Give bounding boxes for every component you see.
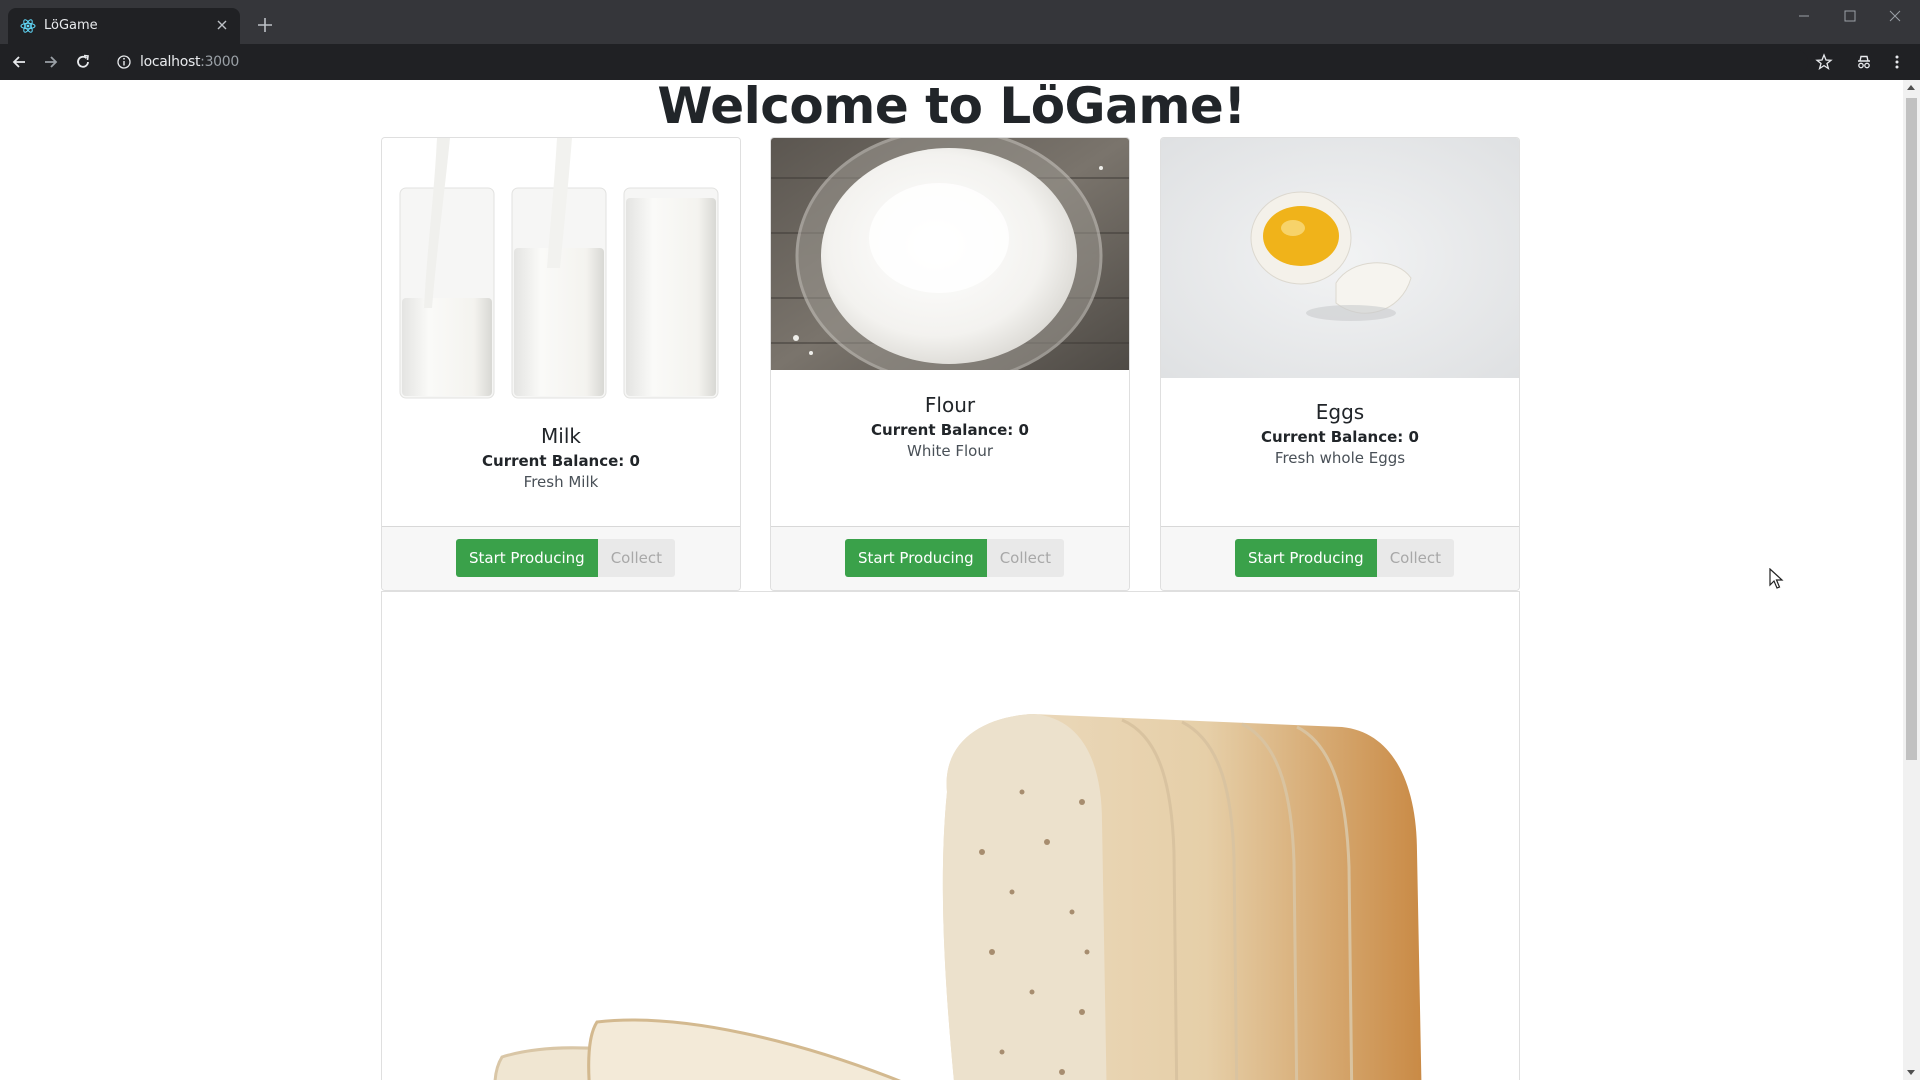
collect-button[interactable]: Collect (986, 539, 1065, 577)
forward-icon[interactable] (42, 53, 60, 71)
scroll-thumb[interactable] (1906, 98, 1917, 760)
address-bar[interactable]: localhost:3000 (108, 49, 1808, 75)
product-card-bread (381, 591, 1520, 1080)
bread-image (493, 714, 1422, 1080)
card-title: Eggs (1315, 400, 1365, 424)
start-producing-button[interactable]: Start Producing (1235, 539, 1377, 577)
card-body: Milk Current Balance: 0 Fresh Milk (382, 423, 740, 493)
start-producing-button[interactable]: Start Producing (845, 539, 987, 577)
url-text: localhost:3000 (140, 54, 239, 70)
collect-button[interactable]: Collect (1376, 539, 1455, 577)
milk-image (382, 138, 740, 423)
mouse-cursor-icon (1769, 568, 1784, 589)
button-group: Start Producing Collect (1235, 539, 1455, 577)
tab-title: LöGame (44, 18, 98, 33)
menu-icon[interactable] (1888, 53, 1906, 71)
page-scrollbar[interactable] (1903, 80, 1920, 1080)
maximize-icon[interactable] (1838, 6, 1862, 26)
url-port: :3000 (200, 54, 240, 70)
page-viewport: Welcome to LöGame! Milk Current Balance:… (0, 80, 1903, 1080)
card-body: Eggs Current Balance: 0 Fresh whole Eggs (1161, 399, 1519, 469)
react-favicon-icon (20, 19, 36, 33)
page-title: Welcome to LöGame! (657, 80, 1246, 135)
card-title: Milk (541, 424, 581, 448)
product-card-flour: Flour Current Balance: 0 White Flour Sta… (770, 137, 1130, 591)
scroll-down-arrow[interactable] (1907, 1070, 1915, 1075)
window-close-icon[interactable] (1883, 6, 1907, 26)
browser-tab[interactable]: LöGame (8, 8, 240, 44)
back-icon[interactable] (10, 53, 28, 71)
info-icon[interactable] (116, 54, 132, 70)
minimize-icon[interactable] (1792, 6, 1816, 26)
card-description: White Flour (906, 442, 994, 460)
card-description: Fresh whole Eggs (1274, 449, 1406, 467)
reload-icon[interactable] (74, 53, 92, 71)
current-balance: Current Balance: 0 (1261, 428, 1419, 446)
button-group: Start Producing Collect (456, 539, 676, 577)
card-footer: Start Producing Collect (1161, 526, 1519, 590)
star-icon[interactable] (1815, 53, 1833, 71)
product-card-eggs: Eggs Current Balance: 0 Fresh whole Eggs… (1160, 137, 1520, 591)
card-title: Flour (924, 393, 976, 417)
card-description: Fresh Milk (523, 473, 599, 491)
card-footer: Start Producing Collect (771, 526, 1129, 590)
collect-button[interactable]: Collect (597, 539, 676, 577)
close-icon[interactable] (214, 17, 230, 33)
flour-image (771, 138, 1129, 370)
start-producing-button[interactable]: Start Producing (456, 539, 598, 577)
card-body: Flour Current Balance: 0 White Flour (771, 392, 1129, 462)
eggs-image (1161, 138, 1519, 378)
plus-icon[interactable] (256, 16, 274, 34)
url-host: localhost (140, 54, 201, 70)
button-group: Start Producing Collect (845, 539, 1065, 577)
incognito-icon[interactable] (1855, 53, 1873, 71)
card-footer: Start Producing Collect (382, 526, 740, 590)
product-card-milk: Milk Current Balance: 0 Fresh Milk Start… (381, 137, 741, 591)
scroll-up-arrow[interactable] (1907, 85, 1915, 90)
current-balance: Current Balance: 0 (871, 421, 1029, 439)
tab-strip: LöGame (0, 0, 1920, 44)
current-balance: Current Balance: 0 (482, 452, 640, 470)
browser-toolbar: localhost:3000 (0, 44, 1920, 80)
